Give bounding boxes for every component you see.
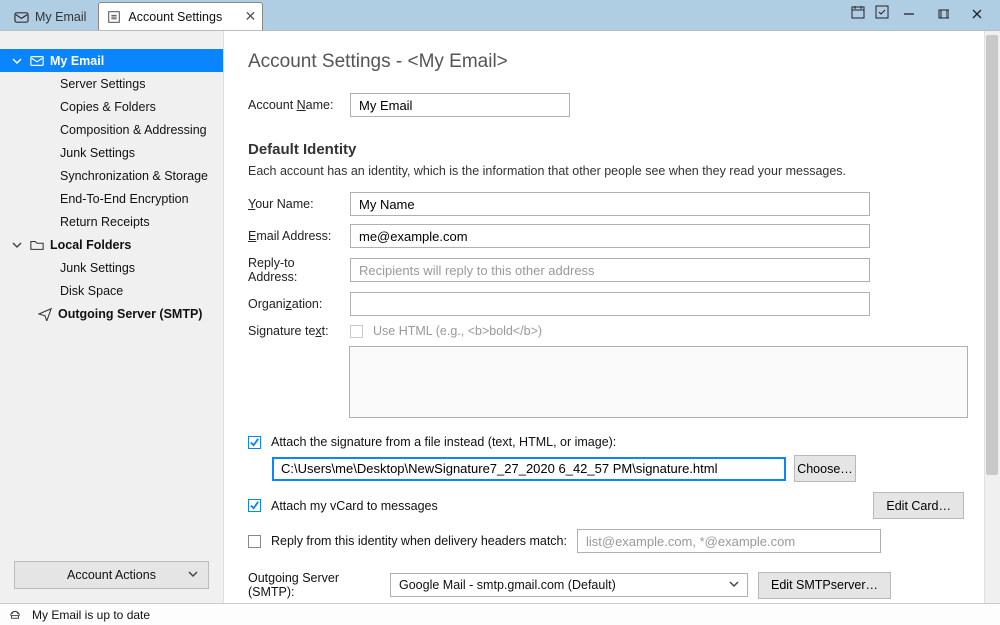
reply-to-row: Reply-to Address: bbox=[248, 256, 964, 284]
settings-tab-icon bbox=[107, 10, 121, 24]
account-name-label: Account Name: bbox=[248, 98, 340, 112]
chevron-down-icon bbox=[729, 578, 739, 592]
organization-label: Organization: bbox=[248, 297, 340, 311]
close-icon[interactable]: ✕ bbox=[245, 8, 257, 25]
reply-headers-input[interactable] bbox=[577, 529, 881, 553]
signature-text-row: Signature text: Use HTML (e.g., <b>bold<… bbox=[248, 324, 964, 338]
choose-file-button[interactable]: Choose… bbox=[794, 455, 856, 482]
default-identity-desc: Each account has an identity, which is t… bbox=[248, 164, 964, 178]
send-icon bbox=[38, 307, 52, 321]
signature-textarea bbox=[349, 346, 968, 418]
default-identity-heading: Default Identity bbox=[248, 141, 964, 158]
signature-file-path-input[interactable] bbox=[272, 457, 786, 481]
page-title: Account Settings - <My Email> bbox=[248, 51, 964, 73]
vcard-checkbox[interactable] bbox=[248, 499, 261, 512]
vcard-row: Attach my vCard to messages Edit Card… bbox=[248, 492, 964, 519]
email-row: Email Address: bbox=[248, 224, 964, 248]
tab-my-email[interactable]: My Email bbox=[6, 4, 98, 30]
chevron-down-icon bbox=[12, 240, 24, 250]
minimize-button[interactable] bbox=[892, 2, 926, 26]
sidebar-item-local-junk[interactable]: Junk Settings bbox=[0, 256, 223, 279]
outgoing-server-value: Google Mail - smtp.gmail.com (Default) bbox=[399, 578, 616, 592]
reply-to-label: Reply-to Address: bbox=[248, 256, 340, 284]
tab-account-settings-label: Account Settings bbox=[128, 10, 222, 24]
your-name-label: Your Name: bbox=[248, 197, 340, 211]
reply-headers-checkbox[interactable] bbox=[248, 535, 261, 548]
sidebar-item-sync[interactable]: Synchronization & Storage bbox=[0, 164, 223, 187]
reply-to-input[interactable] bbox=[350, 258, 870, 282]
attach-file-checkbox[interactable] bbox=[248, 436, 261, 449]
sidebar-item-return-receipts[interactable]: Return Receipts bbox=[0, 210, 223, 233]
tab-my-email-label: My Email bbox=[35, 10, 86, 24]
chevron-down-icon bbox=[12, 56, 24, 66]
sidebar-item-e2e[interactable]: End-To-End Encryption bbox=[0, 187, 223, 210]
sidebar-item-copies-folders[interactable]: Copies & Folders bbox=[0, 95, 223, 118]
main-content: Account Settings - <My Email> Account Na… bbox=[224, 31, 1000, 603]
mail-app-icon bbox=[14, 10, 29, 25]
attach-file-row: Attach the signature from a file instead… bbox=[248, 435, 964, 449]
sidebar-root-label: My Email bbox=[50, 54, 104, 68]
sidebar-item-junk[interactable]: Junk Settings bbox=[0, 141, 223, 164]
sidebar-outgoing-smtp[interactable]: Outgoing Server (SMTP) bbox=[0, 302, 223, 325]
attach-file-label: Attach the signature from a file instead… bbox=[271, 435, 616, 449]
close-button[interactable] bbox=[960, 2, 994, 26]
sidebar-item-disk-space[interactable]: Disk Space bbox=[0, 279, 223, 302]
attach-file-path-row: Choose… bbox=[272, 455, 964, 482]
status-text: My Email is up to date bbox=[32, 608, 150, 622]
outgoing-server-row: Outgoing Server (SMTP): Google Mail - sm… bbox=[248, 571, 964, 599]
organization-input[interactable] bbox=[350, 292, 870, 316]
folder-icon bbox=[30, 238, 44, 252]
mail-icon bbox=[30, 54, 44, 68]
reply-headers-row: Reply from this identity when delivery h… bbox=[248, 529, 964, 553]
use-html-checkbox bbox=[350, 325, 363, 338]
edit-smtp-button[interactable]: Edit SMTP server… bbox=[758, 572, 891, 599]
toolbar-extra-icons bbox=[850, 4, 890, 23]
outgoing-server-label: Outgoing Server (SMTP): bbox=[248, 571, 380, 599]
window-controls bbox=[892, 0, 994, 28]
sidebar-item-server-settings[interactable]: Server Settings bbox=[0, 72, 223, 95]
tasks-icon[interactable] bbox=[874, 4, 890, 23]
maximize-button[interactable] bbox=[926, 2, 960, 26]
email-label: Email Address: bbox=[248, 229, 340, 243]
tab-account-settings[interactable]: Account Settings ✕ bbox=[98, 2, 263, 30]
chevron-down-icon bbox=[188, 568, 198, 582]
calendar-icon[interactable] bbox=[850, 4, 866, 23]
your-name-row: Your Name: bbox=[248, 192, 964, 216]
edit-card-button[interactable]: Edit Card… bbox=[873, 492, 964, 519]
sync-icon bbox=[8, 606, 22, 623]
sidebar-local-folders[interactable]: Local Folders bbox=[0, 233, 223, 256]
account-name-input[interactable] bbox=[350, 93, 570, 117]
titlebar: My Email Account Settings ✕ bbox=[0, 0, 1000, 30]
organization-row: Organization: bbox=[248, 292, 964, 316]
reply-headers-label: Reply from this identity when delivery h… bbox=[271, 534, 567, 548]
sidebar-account-root[interactable]: My Email bbox=[0, 49, 223, 72]
account-name-row: Account Name: bbox=[248, 93, 964, 117]
scroll-thumb[interactable] bbox=[986, 35, 998, 475]
use-html-label: Use HTML (e.g., <b>bold</b>) bbox=[373, 324, 542, 338]
account-actions-button[interactable]: Account Actions bbox=[14, 561, 209, 589]
body: My Email Server Settings Copies & Folder… bbox=[0, 30, 1000, 603]
email-input[interactable] bbox=[350, 224, 870, 248]
account-actions-label: Account Actions bbox=[67, 568, 156, 582]
your-name-input[interactable] bbox=[350, 192, 870, 216]
signature-text-label: Signature text: bbox=[248, 324, 340, 338]
status-bar: My Email is up to date bbox=[0, 603, 1000, 625]
sidebar: My Email Server Settings Copies & Folder… bbox=[0, 31, 224, 603]
scrollbar[interactable] bbox=[984, 31, 1000, 603]
outgoing-server-select[interactable]: Google Mail - smtp.gmail.com (Default) bbox=[390, 573, 748, 597]
sidebar-item-composition[interactable]: Composition & Addressing bbox=[0, 118, 223, 141]
vcard-label: Attach my vCard to messages bbox=[271, 499, 438, 513]
